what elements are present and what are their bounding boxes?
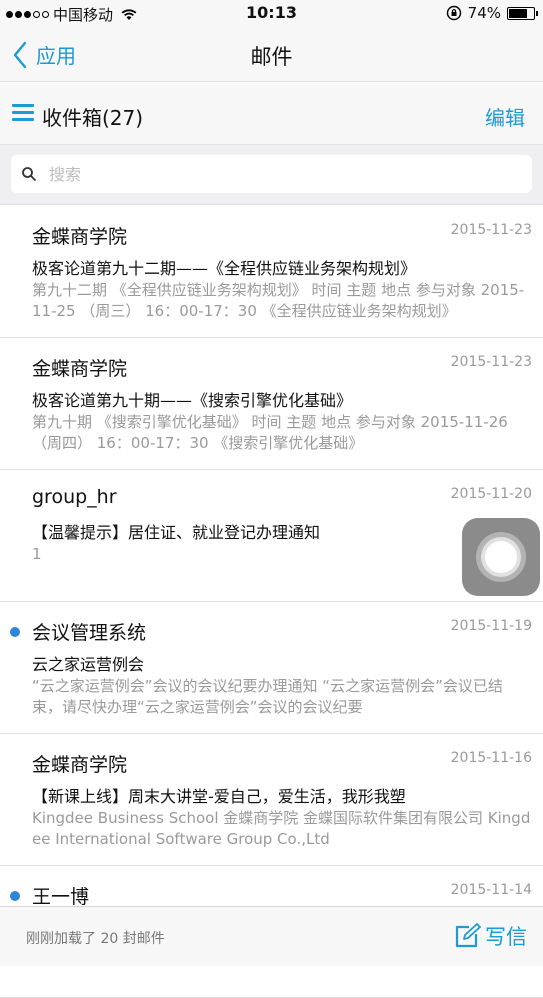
mail-item[interactable]: 金蝶商学院 2015-11-23 极客论道第九十二期——《全程供应链业务架构规划… <box>0 206 543 338</box>
edit-button[interactable]: 编辑 <box>485 102 525 131</box>
compose-button[interactable]: 写信 <box>453 921 527 951</box>
mail-sender: 金蝶商学院 <box>32 226 128 248</box>
status-bar: 中国移动 10:13 74% <box>0 0 543 28</box>
battery-icon <box>507 6 538 20</box>
mail-list: 金蝶商学院 2015-11-23 极客论道第九十二期——《全程供应链业务架构规划… <box>0 206 543 998</box>
mail-preview: “云之家运营例会”会议的会议纪要办理通知 “云之家运营例会”会议已结束，请尽快办… <box>32 677 503 716</box>
battery-percent: 74% <box>467 4 501 22</box>
mail-subject: 【温馨提示】居住证、就业登记办理通知 <box>32 523 321 542</box>
status-right: 74% <box>446 4 538 22</box>
nav-bar: 应用 邮件 <box>0 28 543 82</box>
mail-preview: 1 <box>32 545 42 563</box>
mail-subject: 极客论道第九十二期——《全程供应链业务架构规划》 <box>32 259 417 278</box>
page-title: 邮件 <box>250 45 293 69</box>
mail-sender: 金蝶商学院 <box>32 358 128 380</box>
mail-sender: 会议管理系统 <box>32 622 147 644</box>
assistive-touch-icon[interactable] <box>462 518 540 596</box>
hamburger-menu-icon[interactable] <box>12 104 34 122</box>
mail-item[interactable]: 金蝶商学院 2015-11-23 极客论道第九十期——《搜索引擎优化基础》 第九… <box>0 338 543 470</box>
search-bar <box>0 145 543 205</box>
unread-dot-icon <box>10 627 20 637</box>
unread-dot-icon <box>10 891 20 901</box>
compose-icon <box>455 923 481 948</box>
mail-subject: 云之家运营例会 <box>32 655 145 674</box>
bottom-toolbar: 刚刚加载了 20 封邮件 写信 <box>0 906 543 966</box>
compose-label: 写信 <box>485 925 527 949</box>
mail-preview: 第九十期 《搜索引擎优化基础》 时间 主题 地点 参与对象 2015-11-26… <box>32 413 508 452</box>
inbox-header: 收件箱(27) 编辑 <box>0 83 543 145</box>
load-status: 刚刚加载了 20 封邮件 <box>26 931 165 947</box>
mail-date: 2015-11-16 <box>450 750 532 766</box>
mail-date: 2015-11-23 <box>450 354 532 370</box>
inbox-title[interactable]: 收件箱(27) <box>42 102 143 131</box>
search-input[interactable] <box>47 161 517 187</box>
mail-date: 2015-11-20 <box>450 486 532 502</box>
mail-preview: Kingdee Business School 金蝶商学院 金蝶国际软件集团有限… <box>32 809 531 848</box>
mail-date: 2015-11-14 <box>450 882 532 898</box>
rotation-lock-icon <box>446 5 461 21</box>
mail-item[interactable]: 会议管理系统 2015-11-19 云之家运营例会 “云之家运营例会”会议的会议… <box>0 602 543 734</box>
mail-date: 2015-11-23 <box>450 222 532 238</box>
mail-sender: group_hr <box>32 486 117 508</box>
mail-preview: 第九十二期 《全程供应链业务架构规划》 时间 主题 地点 参与对象 2015-1… <box>32 281 525 320</box>
mail-subject: 【新课上线】周末大讲堂-爱自己，爱生活，我形我塑 <box>32 787 406 806</box>
mail-sender: 金蝶商学院 <box>32 754 128 776</box>
mail-subject: 极客论道第九十期——《搜索引擎优化基础》 <box>32 391 353 410</box>
mail-item[interactable]: 金蝶商学院 2015-11-16 【新课上线】周末大讲堂-爱自己，爱生活，我形我… <box>0 734 543 866</box>
mail-sender: 王一博 <box>32 886 90 908</box>
mail-date: 2015-11-19 <box>450 618 532 634</box>
search-box[interactable] <box>11 155 532 193</box>
search-icon <box>22 167 36 181</box>
battery-fill <box>509 8 527 18</box>
